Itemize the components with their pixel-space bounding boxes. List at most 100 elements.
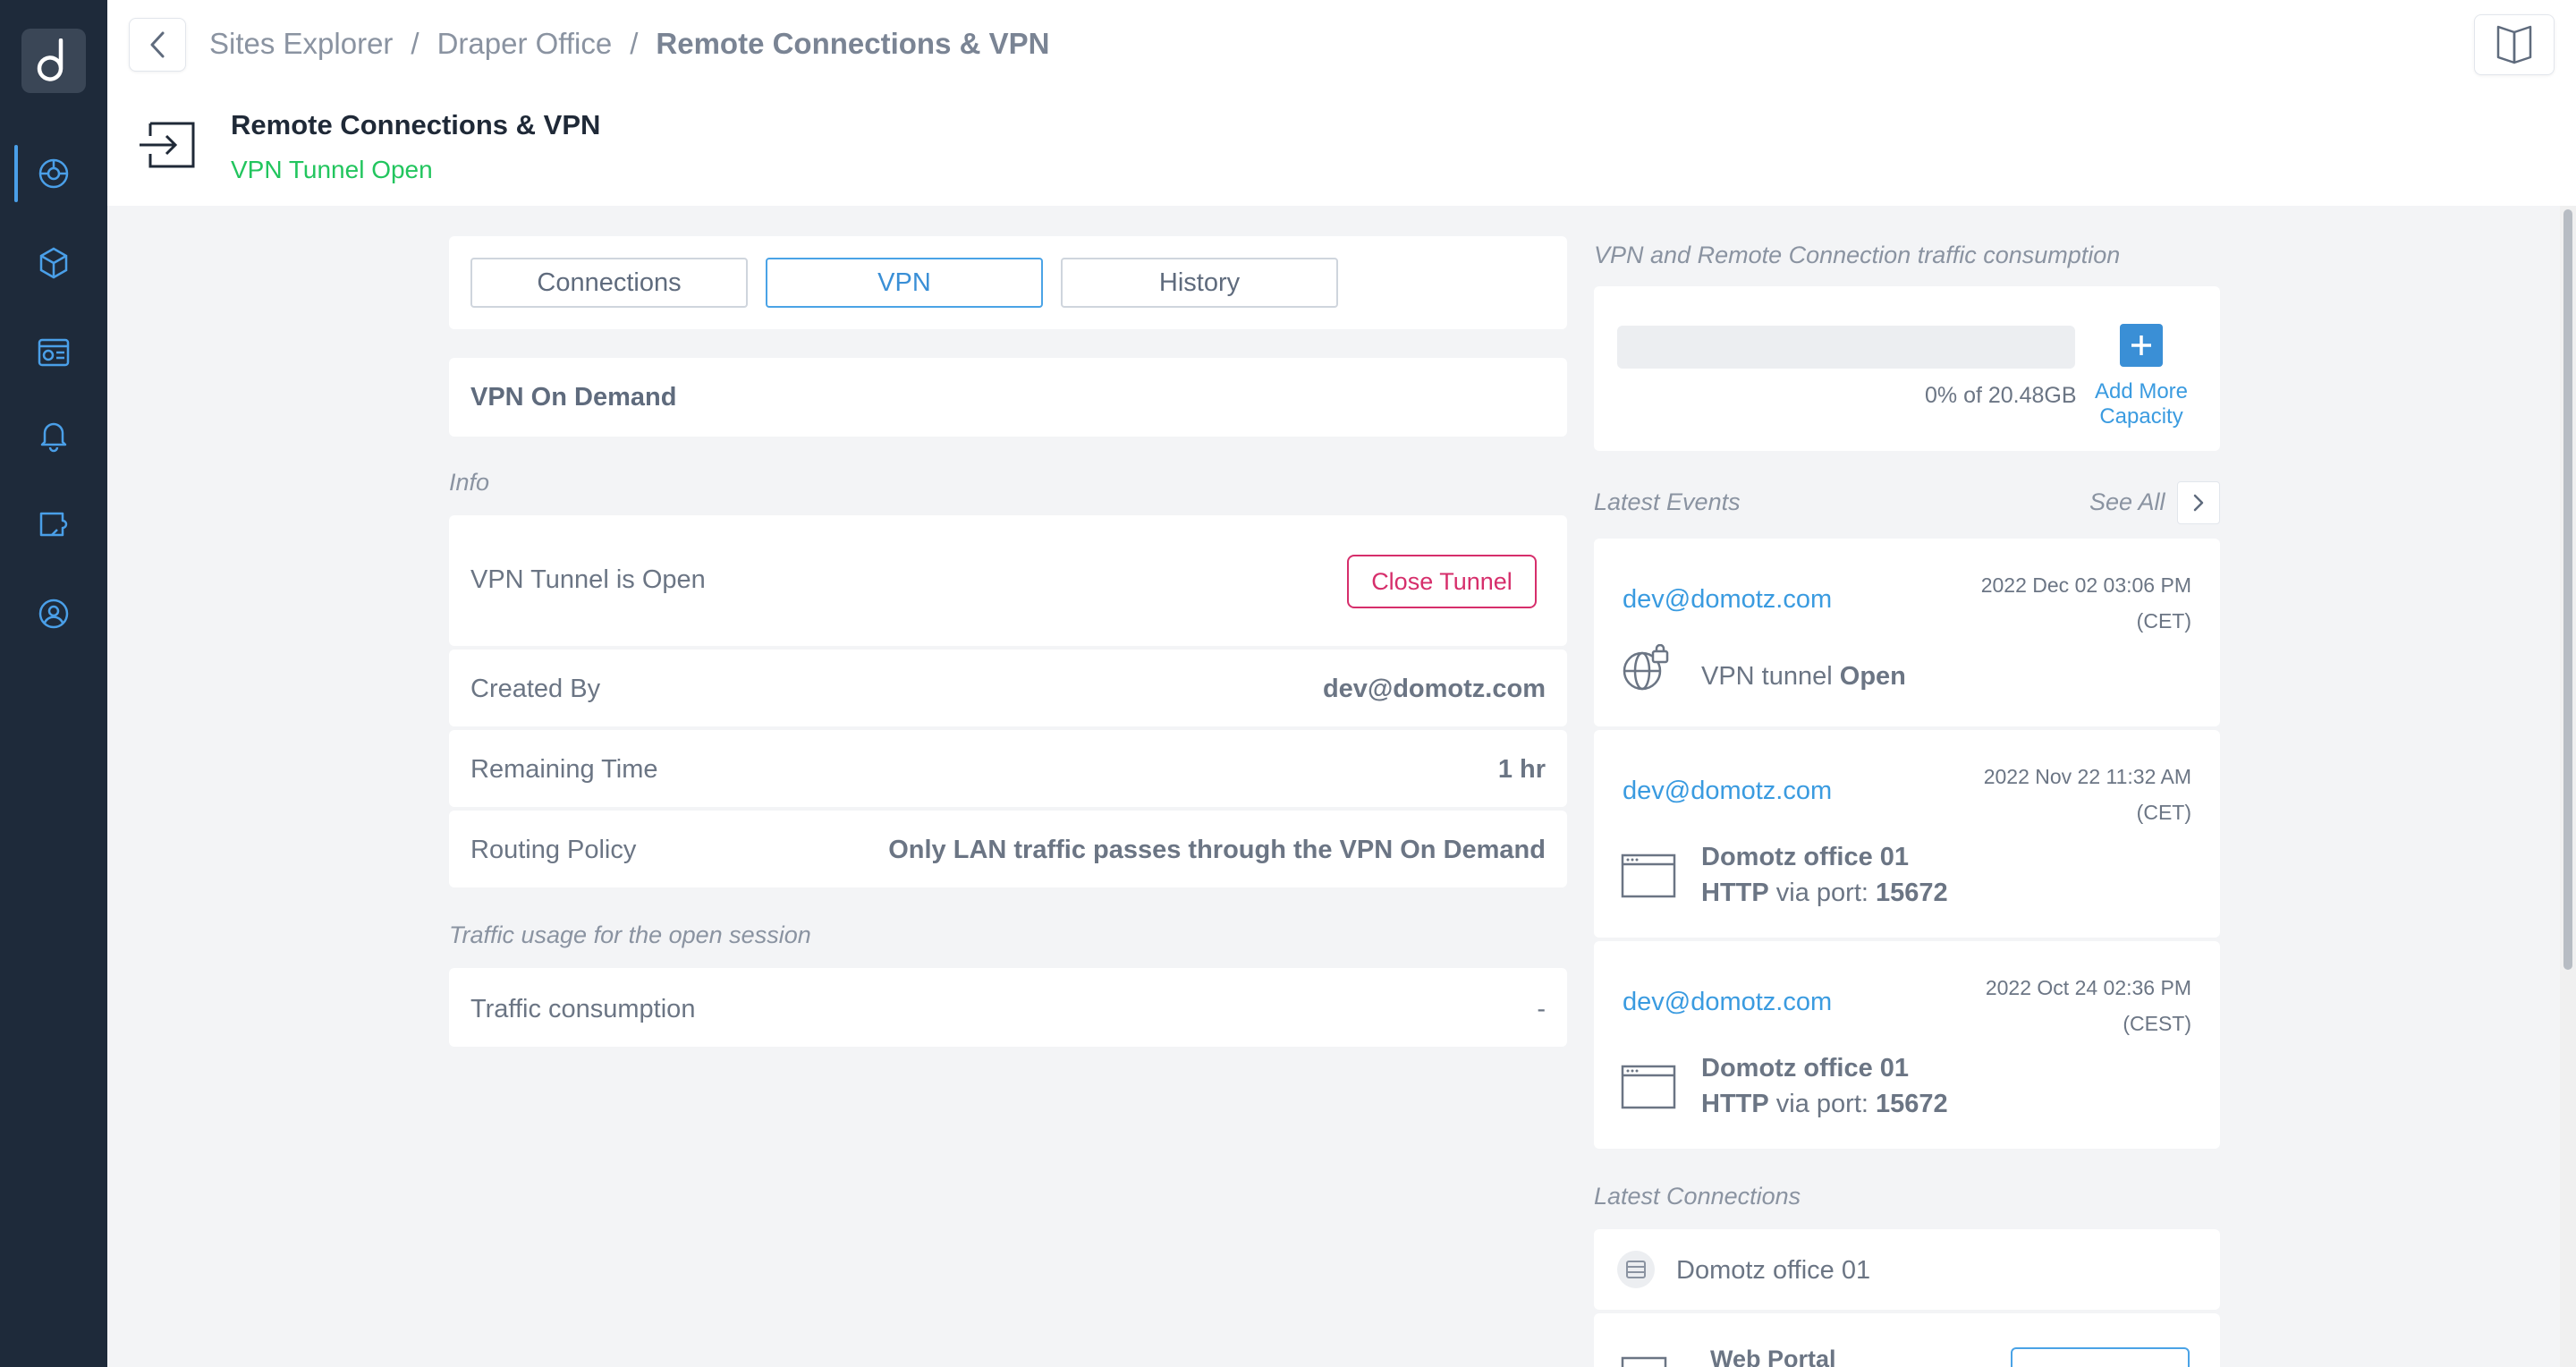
breadcrumb-sites-explorer[interactable]: Sites Explorer bbox=[209, 27, 393, 61]
created-by-label: Created By bbox=[470, 675, 601, 703]
traffic-usage-card: 0% of 20.48GB Add More Capacity bbox=[1594, 286, 2220, 451]
traffic-usage-text: 0% of 20.48GB bbox=[1925, 383, 2077, 408]
tab-vpn[interactable]: VPN bbox=[766, 258, 1043, 308]
nav-alerts[interactable] bbox=[0, 399, 107, 471]
browser-window-icon bbox=[1621, 1065, 1676, 1109]
add-capacity-link[interactable]: Add More Capacity bbox=[2088, 379, 2195, 429]
event-timestamp: 2022 Dec 02 03:06 PM (CET) bbox=[1981, 567, 2191, 639]
sidebar bbox=[0, 0, 107, 1367]
event-date: 2022 Nov 22 11:32 AM bbox=[1983, 765, 2191, 788]
chevron-right-icon bbox=[2193, 494, 2204, 512]
event-timezone: (CET) bbox=[2136, 801, 2191, 824]
add-capacity-label-line1: Add More bbox=[2094, 379, 2189, 403]
breadcrumb-separator: / bbox=[630, 27, 639, 60]
event-via-port-label: via port: bbox=[1775, 879, 1868, 907]
remaining-time-value: 1 hr bbox=[1497, 755, 1546, 784]
puzzle-icon bbox=[39, 512, 68, 537]
event-timestamp: 2022 Oct 24 02:36 PM (CEST) bbox=[1986, 970, 2191, 1041]
book-icon bbox=[2496, 25, 2532, 64]
server-glyph bbox=[1626, 1261, 1646, 1278]
event-timezone: (CET) bbox=[2136, 609, 2191, 633]
breadcrumb: Sites Explorer / Draper Office / Remote … bbox=[209, 27, 1049, 61]
event-date: 2022 Dec 02 03:06 PM bbox=[1980, 573, 2191, 597]
event-device-name: Domotz office 01 bbox=[1701, 1054, 1910, 1083]
event-date: 2022 Oct 24 02:36 PM bbox=[1985, 976, 2191, 999]
created-by-value: dev@domotz.com bbox=[1322, 675, 1546, 703]
connection-item-name: Web Portal bbox=[1710, 1346, 1836, 1367]
event-port: 15672 bbox=[1876, 1090, 1948, 1118]
event-port: 15672 bbox=[1876, 879, 1948, 907]
event-timezone: (CEST) bbox=[2123, 1012, 2191, 1035]
nav-integrations[interactable] bbox=[0, 488, 107, 560]
back-button[interactable] bbox=[129, 18, 186, 72]
traffic-consumption-row: Traffic consumption - bbox=[449, 968, 1567, 1047]
add-capacity-label-line2: Capacity bbox=[2099, 404, 2183, 429]
documentation-button[interactable] bbox=[2474, 14, 2555, 75]
event-description: Domotz office 01 HTTP via port: 15672 bbox=[1701, 839, 1948, 911]
event-item: dev@domotz.com 2022 Nov 22 11:32 AM (CET… bbox=[1594, 730, 2220, 938]
tab-history[interactable]: History bbox=[1061, 258, 1338, 308]
connection-device-row[interactable]: Domotz office 01 bbox=[1594, 1229, 2220, 1310]
breadcrumb-draper-office[interactable]: Draper Office bbox=[437, 27, 613, 61]
routing-policy-value: Only LAN traffic passes through the VPN … bbox=[888, 836, 1546, 864]
nav-reports[interactable] bbox=[0, 317, 107, 388]
tunnel-status-card: VPN Tunnel is Open Close Tunnel bbox=[449, 515, 1567, 646]
vpn-on-demand-title: VPN On Demand bbox=[470, 383, 677, 412]
nav-devices[interactable] bbox=[0, 227, 107, 299]
event-user-email[interactable]: dev@domotz.com bbox=[1623, 777, 1832, 806]
close-tunnel-button[interactable]: Close Tunnel bbox=[1347, 555, 1537, 608]
event-item: dev@domotz.com 2022 Oct 24 02:36 PM (CES… bbox=[1594, 941, 2220, 1149]
browser-window-icon bbox=[1621, 853, 1676, 898]
vpn-on-demand-card: VPN On Demand bbox=[449, 358, 1567, 437]
event-timestamp: 2022 Nov 22 11:32 AM (CET) bbox=[1984, 759, 2191, 830]
latest-events-title: Latest Events bbox=[1594, 488, 1741, 515]
see-all-button[interactable] bbox=[2177, 481, 2220, 524]
traffic-progress-bar bbox=[1617, 326, 2075, 369]
dashboard-icon bbox=[38, 338, 70, 367]
page-header: Sites Explorer / Draper Office / Remote … bbox=[107, 0, 2576, 206]
see-all-link[interactable]: See All bbox=[2089, 488, 2165, 516]
domotz-logo[interactable] bbox=[21, 29, 86, 93]
event-device-name: Domotz office 01 bbox=[1701, 843, 1910, 871]
chevron-left-icon bbox=[150, 31, 165, 58]
traffic-consumption-label: Traffic consumption bbox=[470, 995, 696, 1023]
remaining-time-label: Remaining Time bbox=[470, 755, 658, 784]
event-protocol: HTTP bbox=[1701, 879, 1769, 907]
cubes-icon bbox=[39, 247, 68, 279]
event-description: Domotz office 01 HTTP via port: 15672 bbox=[1701, 1050, 1948, 1122]
domotz-logo-icon bbox=[37, 38, 64, 81]
info-section-label: Info bbox=[449, 469, 490, 496]
connect-button[interactable] bbox=[2011, 1347, 2190, 1367]
event-state: Open bbox=[1839, 662, 1906, 691]
plus-icon bbox=[2131, 335, 2151, 355]
event-item: dev@domotz.com 2022 Dec 02 03:06 PM (CET… bbox=[1594, 539, 2220, 726]
page-scrollbar[interactable] bbox=[2560, 206, 2576, 1367]
nav-account[interactable] bbox=[0, 578, 107, 650]
event-user-email[interactable]: dev@domotz.com bbox=[1623, 988, 1832, 1017]
routing-policy-row: Routing Policy Only LAN traffic passes t… bbox=[449, 811, 1567, 887]
page-title: Remote Connections & VPN bbox=[231, 109, 601, 140]
vpn-status-text: VPN Tunnel Open bbox=[231, 156, 433, 183]
breadcrumb-current: Remote Connections & VPN bbox=[656, 27, 1050, 60]
event-protocol: HTTP bbox=[1701, 1090, 1769, 1118]
routing-policy-label: Routing Policy bbox=[470, 836, 637, 864]
connection-device-name: Domotz office 01 bbox=[1676, 1256, 1871, 1285]
tabs-card: Connections VPN History bbox=[449, 236, 1567, 329]
event-user-email[interactable]: dev@domotz.com bbox=[1623, 585, 1832, 615]
add-capacity-button[interactable] bbox=[2120, 324, 2163, 367]
event-via-port-label: via port: bbox=[1775, 1090, 1868, 1118]
connection-item: Web Portal bbox=[1594, 1313, 2220, 1367]
tunnel-status-label: VPN Tunnel is Open bbox=[470, 565, 706, 594]
tab-connections[interactable]: Connections bbox=[470, 258, 748, 308]
network-globe-icon bbox=[38, 158, 69, 189]
bell-icon bbox=[40, 422, 67, 453]
breadcrumb-separator: / bbox=[411, 27, 419, 60]
traffic-panel-title: VPN and Remote Connection traffic consum… bbox=[1594, 242, 2121, 268]
nav-sites-explorer[interactable] bbox=[0, 138, 107, 209]
browser-window-icon bbox=[1621, 1356, 1667, 1367]
created-by-row: Created By dev@domotz.com bbox=[449, 650, 1567, 726]
globe-lock-icon bbox=[1623, 644, 1669, 691]
user-circle-icon bbox=[38, 599, 69, 629]
scrollbar-thumb[interactable] bbox=[2563, 209, 2572, 970]
traffic-consumption-value: - bbox=[1537, 995, 1546, 1023]
